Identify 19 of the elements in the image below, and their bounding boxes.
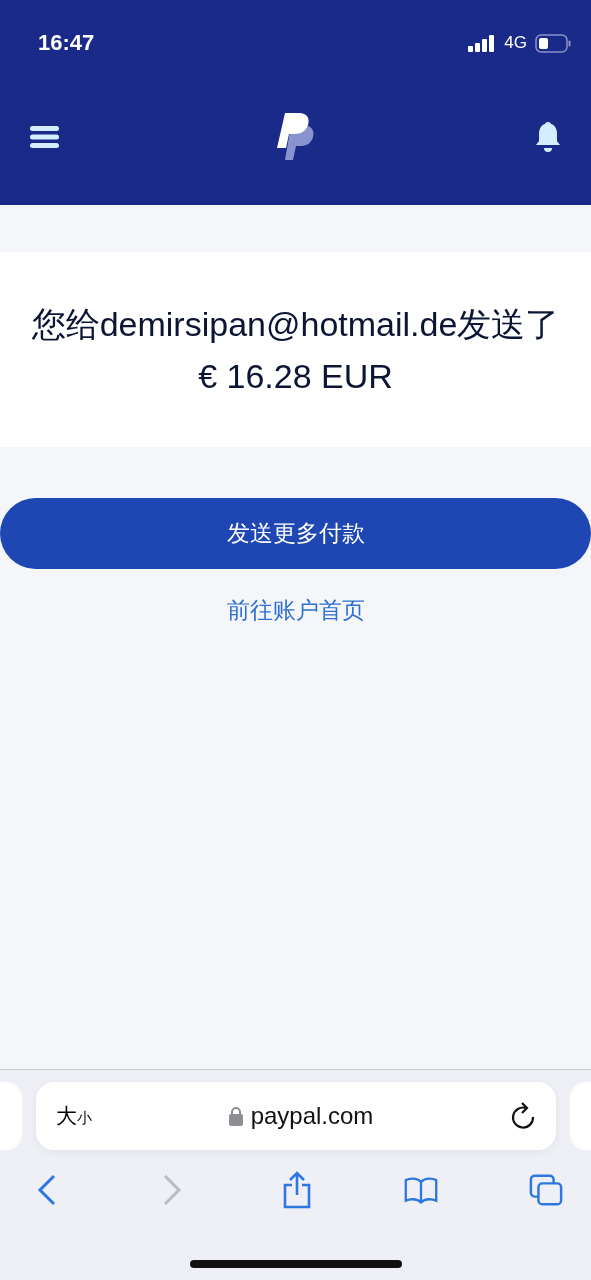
status-time: 16:47 bbox=[38, 30, 95, 56]
battery-icon bbox=[535, 33, 571, 53]
forward-icon bbox=[161, 1173, 182, 1207]
lock-icon bbox=[228, 1106, 243, 1126]
notification-bell-icon[interactable] bbox=[535, 121, 561, 152]
reload-icon[interactable] bbox=[510, 1102, 536, 1130]
address-bar[interactable]: 大小 paypal.com bbox=[36, 1082, 556, 1150]
back-icon bbox=[37, 1173, 57, 1207]
menu-icon[interactable] bbox=[30, 125, 59, 148]
tabs-icon bbox=[529, 1173, 563, 1207]
network-label: 4G bbox=[504, 33, 527, 53]
tabs-button[interactable] bbox=[529, 1173, 563, 1207]
signal-icon bbox=[468, 34, 497, 52]
account-home-link[interactable]: 前往账户首页 bbox=[226, 595, 365, 626]
confirmation-message: 您给demirsipan@hotmail.de发送了€ 16.28 EUR bbox=[30, 303, 561, 397]
book-icon bbox=[404, 1175, 439, 1205]
text-size-button[interactable]: 大小 bbox=[56, 1102, 92, 1130]
url-text: paypal.com bbox=[250, 1102, 374, 1130]
send-more-button[interactable]: 发送更多付款 bbox=[0, 498, 591, 569]
